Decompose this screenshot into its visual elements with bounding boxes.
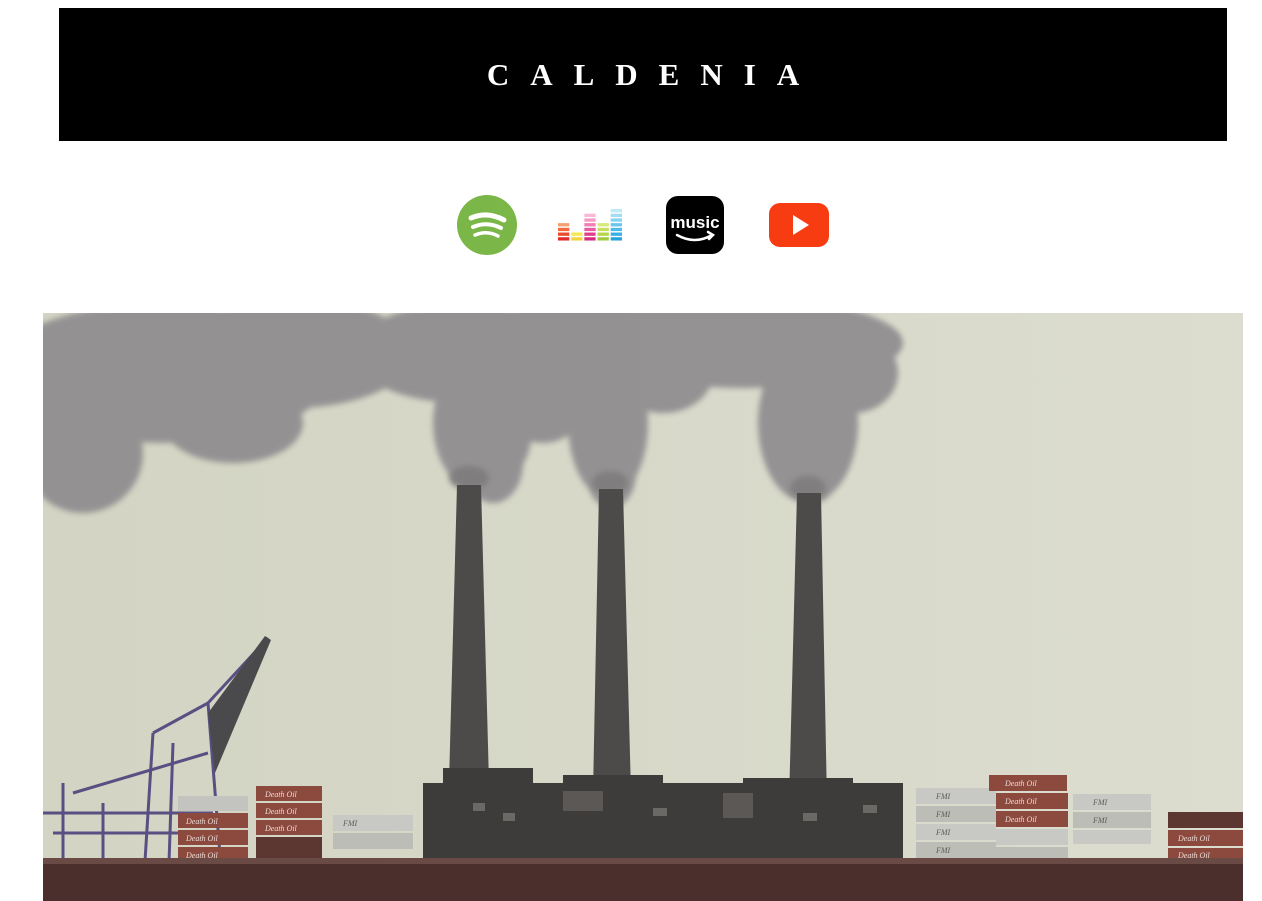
youtube-icon [769, 203, 829, 247]
youtube-link[interactable] [767, 193, 831, 257]
site-title[interactable]: CALDENIA [487, 57, 820, 93]
container-label: Death Oil [185, 817, 219, 826]
amazon-music-icon: music [666, 196, 724, 254]
container-label: Death Oil [264, 824, 298, 833]
container-label: FMI [1092, 816, 1108, 825]
container-label: Death Oil [1177, 834, 1211, 843]
container-label: FMI [935, 792, 951, 801]
factory-smokestacks-illustration: Death Oil Death Oil Death Oil Death Oil … [43, 313, 1243, 901]
container-label: FMI [935, 846, 951, 855]
spotify-icon [457, 195, 517, 255]
deezer-link[interactable] [558, 193, 622, 257]
ship-hull [43, 861, 1243, 901]
hero-image: Death Oil Death Oil Death Oil Death Oil … [43, 313, 1243, 901]
container-label: Death Oil [185, 834, 219, 843]
container-label: FMI [1092, 798, 1108, 807]
container-label: FMI [935, 828, 951, 837]
container-label: Death Oil [264, 790, 298, 799]
amazon-music-label: music [670, 213, 719, 232]
streaming-links: music [0, 193, 1262, 257]
deezer-icon [558, 209, 622, 241]
container-label: Death Oil [1004, 797, 1038, 806]
container-label: Death Oil [264, 807, 298, 816]
container-label: Death Oil [1004, 779, 1038, 788]
header-banner: CALDENIA [59, 8, 1227, 141]
container-label: Death Oil [1004, 815, 1038, 824]
page: CALDENIA music Death Oil Death Oil Death… [0, 0, 1262, 901]
spotify-link[interactable] [455, 193, 519, 257]
amazon-music-link[interactable]: music [663, 193, 727, 257]
container-label: FMI [935, 810, 951, 819]
container-label: FMI [342, 819, 358, 828]
